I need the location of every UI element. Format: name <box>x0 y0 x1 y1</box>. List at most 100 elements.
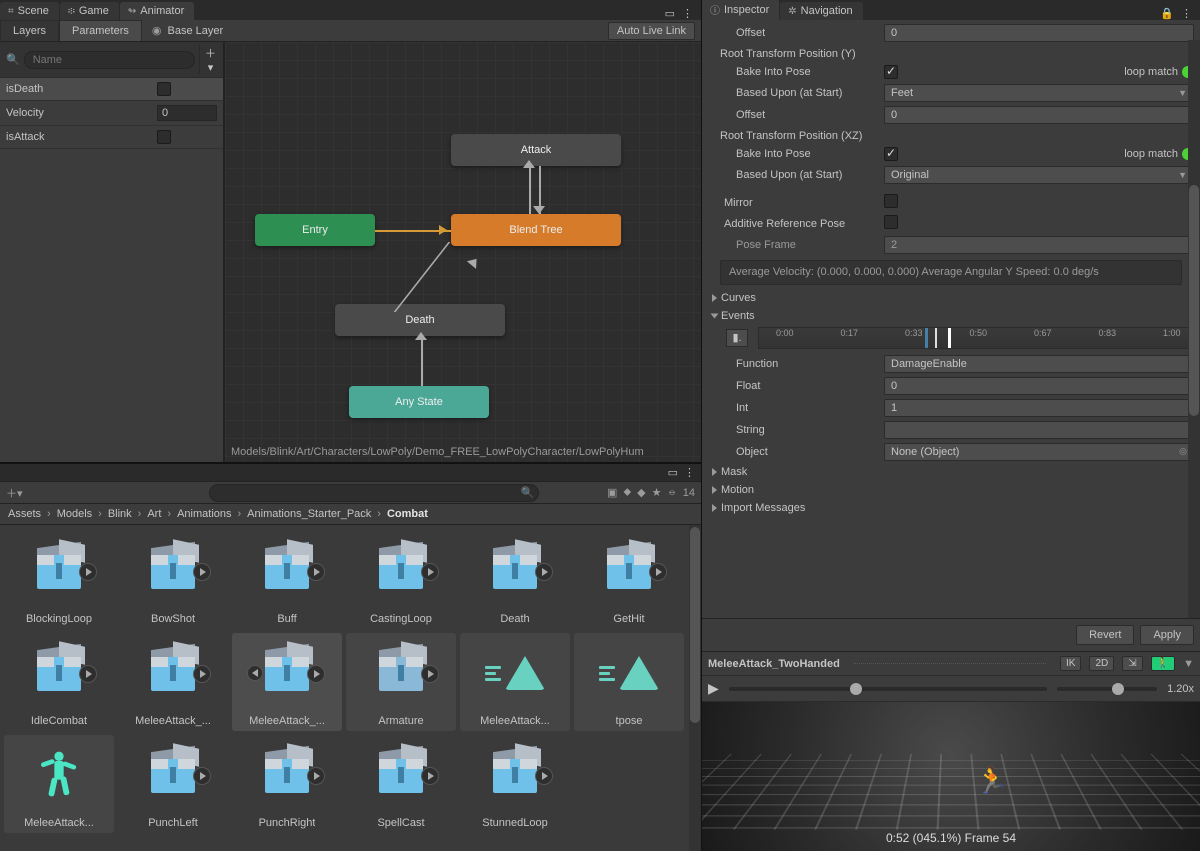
animator-tab-layers[interactable]: Layers <box>0 20 59 41</box>
play-badge-icon[interactable] <box>193 767 211 785</box>
foldout-motion[interactable]: Motion <box>708 481 1194 499</box>
inspector-scrollbar[interactable] <box>1188 40 1200 618</box>
animator-tab-parameters[interactable]: Parameters <box>59 20 142 41</box>
asset-item[interactable]: BlockingLoop <box>4 531 114 629</box>
preview-play-button[interactable]: ▶ <box>708 680 719 697</box>
play-badge-icon[interactable] <box>307 767 325 785</box>
state-node-any[interactable]: Any State <box>349 386 489 418</box>
avatar-icon[interactable]: 🚶 <box>1151 656 1175 671</box>
foldout-import-messages[interactable]: Import Messages <box>708 499 1194 517</box>
crumb[interactable]: Animations_Starter_Pack <box>247 508 371 520</box>
2d-toggle[interactable]: 2D <box>1089 656 1114 671</box>
play-badge-icon[interactable] <box>535 767 553 785</box>
parameter-number-input[interactable] <box>157 105 217 121</box>
foldout-mask[interactable]: Mask <box>708 463 1194 481</box>
foldout-curves[interactable]: Curves <box>708 289 1194 307</box>
asset-item[interactable]: Death <box>460 531 570 629</box>
asset-item[interactable]: MeleeAttack_... <box>232 633 342 731</box>
play-badge-icon[interactable] <box>421 767 439 785</box>
asset-item[interactable]: tpose <box>574 633 684 731</box>
offset-input[interactable] <box>884 106 1194 124</box>
eye-icon[interactable]: ◉ <box>152 24 162 37</box>
type-icon[interactable]: ◆ <box>637 486 645 499</box>
bake-checkbox[interactable] <box>884 65 898 79</box>
mirror-checkbox[interactable] <box>884 194 898 208</box>
crumb[interactable]: Blink <box>108 508 132 520</box>
project-search-input[interactable] <box>209 484 539 502</box>
asset-item[interactable]: Armature <box>346 633 456 731</box>
event-timeline[interactable]: 0:00 0:17 0:33 0:50 0:67 0:83 1:00 <box>758 327 1190 349</box>
state-node-attack[interactable]: Attack <box>451 134 621 166</box>
int-input[interactable] <box>884 399 1194 417</box>
project-scrollbar[interactable] <box>689 525 701 851</box>
foldout-events[interactable]: Events <box>708 307 1194 325</box>
bake-checkbox[interactable] <box>884 147 898 161</box>
animator-graph[interactable]: Attack Blend Tree Entry Death Any State <box>224 42 701 462</box>
chevron-down-icon[interactable]: ▼ <box>1183 658 1194 670</box>
pivot-icon[interactable]: ⇲ <box>1122 656 1142 671</box>
popout-icon[interactable]: ▭ <box>663 7 677 20</box>
float-input[interactable] <box>884 377 1194 395</box>
asset-item[interactable]: SpellCast <box>346 735 456 833</box>
tab-game[interactable]: ፨Game <box>60 2 119 20</box>
based-upon-select[interactable]: Feet▼ <box>884 84 1194 102</box>
asset-item[interactable]: MeleeAttack... <box>4 735 114 833</box>
asset-item[interactable]: GetHit <box>574 531 684 629</box>
tab-animator[interactable]: ↬Animator <box>120 2 194 20</box>
add-parameter-button[interactable]: ＋▾ <box>199 45 217 74</box>
based-upon-select[interactable]: Original▼ <box>884 166 1194 184</box>
asset-item[interactable]: Buff <box>232 531 342 629</box>
project-grid[interactable]: BlockingLoopBowShotBuffCastingLoopDeathG… <box>0 525 701 851</box>
event-marker-selected[interactable] <box>948 328 951 348</box>
object-field[interactable]: None (Object)◎ <box>884 443 1194 461</box>
play-badge-icon[interactable] <box>79 665 97 683</box>
asset-item[interactable]: CastingLoop <box>346 531 456 629</box>
preview-scrubber[interactable] <box>729 687 1047 691</box>
event-marker[interactable] <box>935 328 937 348</box>
auto-live-link-button[interactable]: Auto Live Link <box>608 22 695 40</box>
play-badge-icon[interactable] <box>79 563 97 581</box>
collapse-icon[interactable] <box>247 665 263 681</box>
label-icon[interactable]: ⬥ <box>623 486 631 499</box>
preview-viewport[interactable]: 🏃 0:52 (045.1%) Frame 54 <box>702 702 1200 851</box>
asset-item[interactable]: BowShot <box>118 531 228 629</box>
parameter-row[interactable]: Velocity <box>0 101 223 126</box>
crumb[interactable]: Models <box>57 508 92 520</box>
ik-toggle[interactable]: IK <box>1060 656 1081 671</box>
parameter-bool-toggle[interactable] <box>157 130 171 144</box>
state-node-entry[interactable]: Entry <box>255 214 375 246</box>
play-badge-icon[interactable] <box>193 665 211 683</box>
menu-icon[interactable]: ⋮ <box>680 7 695 20</box>
crumb[interactable]: Art <box>147 508 161 520</box>
play-badge-icon[interactable] <box>535 563 553 581</box>
menu-icon[interactable]: ⋮ <box>1179 7 1194 20</box>
additive-checkbox[interactable] <box>884 215 898 229</box>
favorite-icon[interactable]: ★ <box>652 486 662 499</box>
revert-button[interactable]: Revert <box>1076 625 1134 645</box>
crumb[interactable]: Assets <box>8 508 41 520</box>
preview-speed-slider[interactable] <box>1057 687 1157 691</box>
tab-navigation[interactable]: ✲Navigation <box>780 2 862 20</box>
parameter-row[interactable]: isAttack <box>0 126 223 149</box>
tab-scene[interactable]: ⌗Scene <box>0 2 59 20</box>
parameter-bool-toggle[interactable] <box>157 82 171 96</box>
lock-icon[interactable]: 🔒 <box>1158 7 1176 20</box>
tab-inspector[interactable]: ⓘInspector <box>702 0 779 20</box>
crumb[interactable]: Animations <box>177 508 231 520</box>
hidden-toggle[interactable]: ⦵ <box>667 486 676 499</box>
play-badge-icon[interactable] <box>193 563 211 581</box>
object-picker-icon[interactable]: ◎ <box>1179 446 1187 457</box>
add-event-button[interactable]: ▮. <box>726 329 748 347</box>
play-badge-icon[interactable] <box>307 665 325 683</box>
event-marker[interactable] <box>925 328 928 348</box>
project-add-button[interactable]: ＋▾ <box>6 485 23 501</box>
string-input[interactable] <box>884 421 1194 439</box>
play-badge-icon[interactable] <box>421 563 439 581</box>
asset-item[interactable]: StunnedLoop <box>460 735 570 833</box>
parameter-search-input[interactable] <box>24 51 195 69</box>
asset-item[interactable]: MeleeAttack_... <box>118 633 228 731</box>
apply-button[interactable]: Apply <box>1140 625 1194 645</box>
parameter-row[interactable]: isDeath <box>0 78 223 101</box>
play-badge-icon[interactable] <box>307 563 325 581</box>
play-badge-icon[interactable] <box>421 665 439 683</box>
